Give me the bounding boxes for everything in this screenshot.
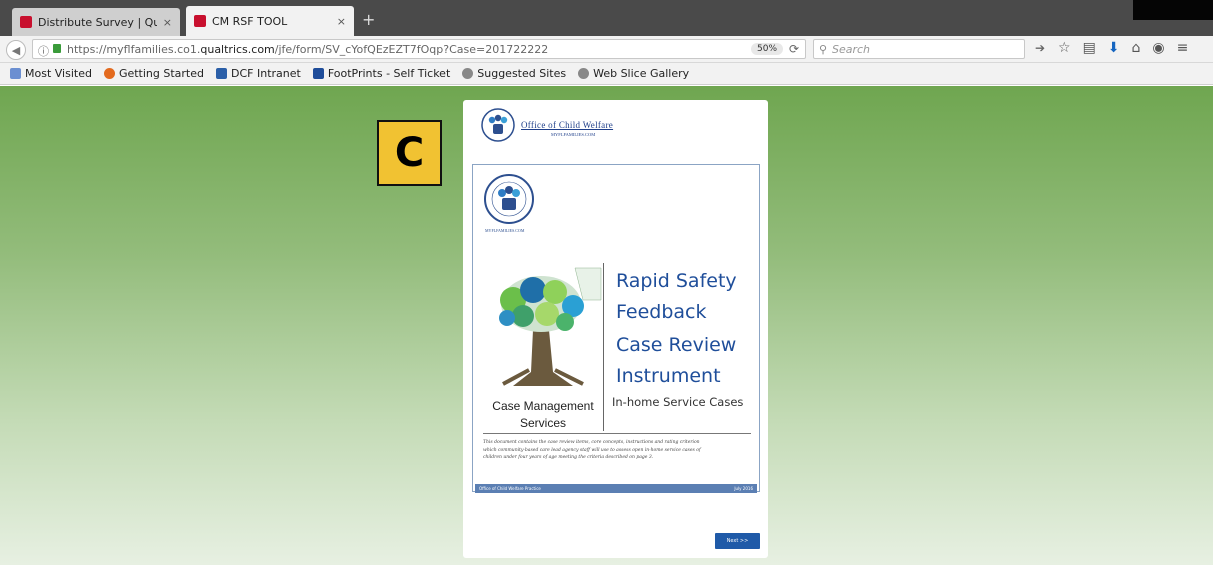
label-badge: C — [377, 120, 442, 186]
footer-right-text: July 2016 — [734, 486, 753, 491]
ocw-header-sub: MYFLFAMILIES.COM — [551, 132, 596, 137]
pocket-icon[interactable]: ◉ — [1152, 40, 1164, 56]
search-go-arrow-icon[interactable]: ➔ — [1035, 41, 1045, 55]
cover-title-line: Case Review — [616, 334, 737, 356]
bookmark-most-visited[interactable]: Most Visited — [10, 67, 92, 80]
dcf-seal-sub: MYFLFAMILIES.COM — [485, 228, 525, 233]
lock-icon — [53, 44, 61, 53]
bookmark-getting-started[interactable]: Getting Started — [103, 67, 204, 80]
new-tab-button[interactable]: + — [362, 10, 375, 29]
qualtrics-favicon-icon — [20, 16, 32, 28]
navigation-bar: ◀ ⓘ https://myflfamilies.co1.qualtrics.c… — [0, 36, 1213, 63]
bookmarks-bar: Most Visited Getting Started DCF Intrane… — [0, 63, 1213, 85]
globe-icon — [462, 68, 474, 79]
search-box[interactable]: ⚲ Search — [813, 39, 1025, 59]
url-text: https://myflfamilies.co1.qualtrics.com/j… — [67, 43, 549, 56]
bookmark-suggested-sites[interactable]: Suggested Sites — [462, 67, 566, 80]
firefox-icon — [103, 68, 115, 79]
title-divider — [603, 263, 604, 431]
dcf-icon — [216, 68, 227, 79]
tree-illustration-icon — [499, 267, 602, 386]
footer-left-text: Office of Child Welfare Practice — [479, 486, 541, 491]
bookmark-dcf-intranet[interactable]: DCF Intranet — [216, 67, 301, 80]
cover-description: This document contains the case review i… — [483, 440, 701, 460]
address-bar[interactable]: ⓘ https://myflfamilies.co1.qualtrics.com… — [32, 39, 806, 59]
tab-title: CM RSF TOOL — [212, 14, 288, 28]
window-controls-area — [1133, 0, 1213, 20]
dcf-seal-icon — [484, 174, 534, 224]
bookmark-folder-icon — [10, 68, 21, 79]
page-content: C Office of Child Welfare MYFLFAMILIES.C… — [0, 86, 1213, 565]
cover-title-line: Rapid Safety — [616, 270, 737, 292]
next-button[interactable]: Next >> — [715, 533, 760, 549]
ocw-logo-icon — [481, 108, 515, 142]
home-icon[interactable]: ⌂ — [1132, 40, 1141, 56]
cover-rule — [483, 433, 751, 434]
cover-document-image: MYFLFAMILIES.COM Rapid Safety Feedback C… — [472, 164, 760, 493]
tab-close-icon[interactable]: × — [163, 16, 172, 29]
star-bookmark-icon[interactable]: ☆ — [1058, 40, 1071, 56]
cover-title-line: Instrument — [616, 365, 721, 387]
search-placeholder: Search — [832, 43, 871, 56]
reload-icon[interactable]: ⟳ — [789, 42, 799, 56]
tab-close-icon[interactable]: × — [337, 15, 346, 28]
cover-subtitle: In-home Service Cases — [612, 395, 744, 409]
zoom-level-badge[interactable]: 50% — [751, 43, 784, 55]
reading-list-icon[interactable]: ▤ — [1083, 40, 1096, 56]
ocw-header-title: Office of Child Welfare — [521, 120, 614, 130]
qualtrics-favicon-icon — [194, 15, 206, 27]
tab-strip: Distribute Survey | Qualtric... × CM RSF… — [0, 0, 1213, 36]
search-icon: ⚲ — [819, 43, 828, 56]
back-arrow-icon[interactable]: ◀ — [6, 40, 26, 60]
survey-panel: Office of Child Welfare MYFLFAMILIES.COM… — [463, 100, 768, 558]
footprints-icon — [312, 68, 324, 79]
cover-footer: Office of Child Welfare Practice July 20… — [475, 484, 757, 493]
toolbar-icons: ☆ ▤ ⬇ ⌂ ◉ ≡ — [1058, 40, 1188, 56]
site-info-icon[interactable]: ⓘ — [38, 43, 49, 59]
case-management-caption: Case Management Services — [492, 399, 594, 430]
cover-title: Rapid Safety Feedback Case Review Instru… — [616, 269, 737, 389]
tab-cm-rsf-tool[interactable]: CM RSF TOOL × — [186, 6, 354, 36]
bookmark-web-slice-gallery[interactable]: Web Slice Gallery — [578, 67, 689, 80]
cover-title-line: Feedback — [616, 301, 707, 323]
bookmark-footprints[interactable]: FootPrints - Self Ticket — [312, 67, 450, 80]
tab-distribute-survey[interactable]: Distribute Survey | Qualtric... × — [12, 8, 180, 36]
download-icon[interactable]: ⬇ — [1108, 40, 1120, 56]
globe-icon — [578, 68, 590, 79]
tab-title: Distribute Survey | Qualtric... — [38, 15, 157, 29]
menu-icon[interactable]: ≡ — [1177, 40, 1189, 56]
